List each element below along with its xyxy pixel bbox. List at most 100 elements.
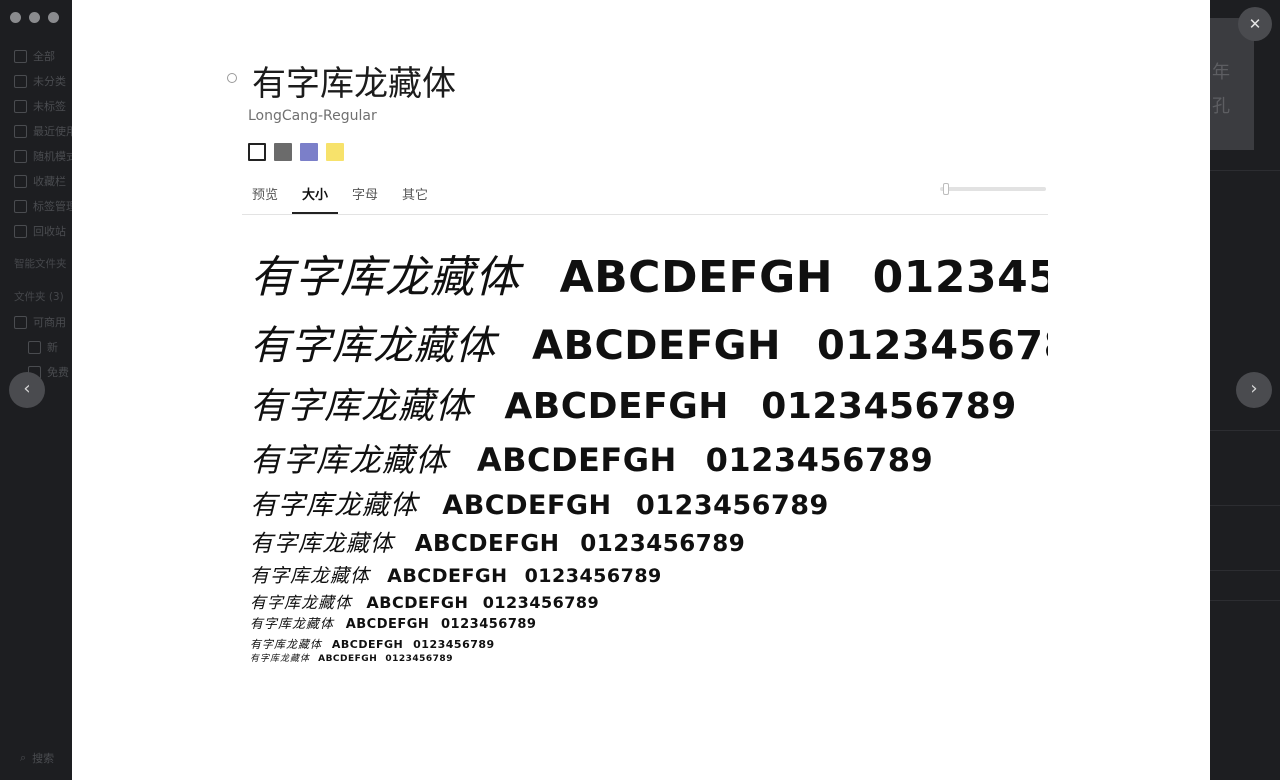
- color-swatch-white[interactable]: [248, 143, 266, 161]
- size-sample-line: 有字库龙藏体 ABCDEFGH 0123456789: [250, 489, 1048, 523]
- sample-digits: 0123456789: [705, 441, 934, 479]
- shuffle-icon: [14, 150, 27, 163]
- sample-latin: ABCDEFGH: [532, 323, 781, 369]
- sample-latin: ABCDEFGH: [559, 252, 834, 303]
- sidebar-item: 标签管理: [14, 194, 72, 219]
- tab-letters[interactable]: 字母: [342, 180, 388, 214]
- size-sample-line: 有字库龙藏体 ABCDEFGH 0123456789: [250, 530, 1048, 559]
- sidebar-section: 文件夹 (3): [14, 291, 64, 303]
- slider-track: [940, 187, 1046, 191]
- folder-icon: [14, 316, 27, 329]
- sidebar-item: 可商用: [14, 310, 72, 335]
- window-controls: [10, 12, 59, 23]
- sample-digits: 0123456789: [413, 637, 495, 651]
- sample-digits: 0123456789: [524, 564, 662, 587]
- color-swatches: [248, 143, 344, 161]
- tag-icon: [14, 200, 27, 213]
- sample-chinese: 有字库龙藏体: [250, 490, 418, 521]
- window-zoom-control[interactable]: [48, 12, 59, 23]
- sample-latin: ABCDEFGH: [476, 441, 677, 479]
- sidebar-item: 新: [14, 335, 72, 360]
- sidebar-item: 全部: [14, 44, 72, 69]
- sample-latin: ABCDEFGH: [318, 654, 378, 665]
- close-button[interactable]: ✕: [1238, 7, 1272, 41]
- sample-chinese: 有字库龙藏体: [250, 637, 322, 651]
- sample-latin: ABCDEFGH: [366, 593, 469, 613]
- sidebar-section: 智能文件夹: [14, 258, 67, 270]
- window-close-control[interactable]: [10, 12, 21, 23]
- search-icon: ⌕: [20, 751, 27, 764]
- color-swatch-gray[interactable]: [274, 143, 292, 161]
- close-icon: ✕: [1248, 15, 1262, 33]
- sample-digits: 0123456789: [872, 252, 1048, 303]
- sidebar-item: 最近使用: [14, 119, 72, 144]
- font-title: 有字库龙藏体: [252, 64, 456, 104]
- select-radio[interactable]: [227, 73, 237, 83]
- sample-latin: ABCDEFGH: [345, 617, 430, 633]
- folder-icon: [14, 75, 27, 88]
- sample-latin: ABCDEFGH: [442, 490, 612, 521]
- divider: [1210, 570, 1280, 571]
- size-sample-line: 有字库龙藏体 ABCDEFGH 0123456789: [250, 654, 1048, 665]
- sample-digits: 0123456789: [580, 530, 746, 557]
- tab-size[interactable]: 大小: [292, 180, 338, 214]
- chevron-right-icon: ›: [1250, 378, 1258, 399]
- size-sample-line: 有字库龙藏体 ABCDEFGH 0123456789: [250, 321, 1048, 371]
- sample-digits: 0123456789: [385, 654, 453, 665]
- sample-chinese: 有字库龙藏体: [250, 654, 311, 665]
- size-sample-line: 有字库龙藏体 ABCDEFGH 0123456789: [250, 593, 1048, 613]
- previous-button[interactable]: ‹: [9, 372, 45, 408]
- tab-preview[interactable]: 预览: [242, 180, 288, 214]
- tag-icon: [14, 100, 27, 113]
- divider: [1210, 600, 1280, 601]
- sample-chinese: 有字库龙藏体: [250, 252, 520, 303]
- sidebar-item: 未分类: [14, 69, 72, 94]
- size-sample-line: 有字库龙藏体 ABCDEFGH 0123456789: [250, 617, 1048, 633]
- sample-chinese: 有字库龙藏体: [250, 564, 371, 587]
- sample-chinese: 有字库龙藏体: [250, 441, 449, 479]
- clock-icon: [14, 125, 27, 138]
- size-samples: 有字库龙藏体ABCDEFGH0123456789有字库龙藏体ABCDEFGH01…: [250, 250, 1048, 720]
- background-search: ⌕ 搜索: [20, 751, 55, 765]
- size-sample-line: 有字库龙藏体 ABCDEFGH 0123456789: [250, 565, 1048, 589]
- background-sidebar: 全部 未分类 未标签 最近使用 随机模式 收藏栏 标签管理 回收站 智能文件夹 …: [14, 30, 72, 385]
- sample-chinese: 有字库龙藏体: [250, 386, 473, 427]
- sample-digits: 0123456789: [816, 323, 1048, 369]
- color-swatch-yellow[interactable]: [326, 143, 344, 161]
- sample-latin: ABCDEFGH: [387, 564, 508, 587]
- chevron-left-icon: ‹: [23, 378, 31, 399]
- sample-digits: 0123456789: [441, 617, 537, 633]
- sidebar-item: 随机模式: [14, 144, 72, 169]
- sidebar-item: 收藏栏: [14, 169, 72, 194]
- sample-latin: ABCDEFGH: [331, 637, 404, 651]
- sample-chinese: 有字库龙藏体: [250, 617, 335, 633]
- font-preview-modal: 有字库龙藏体 LongCang-Regular 预览 大小 字母 其它 有字库龙…: [72, 0, 1210, 780]
- sample-latin: ABCDEFGH: [504, 386, 729, 427]
- folder-icon: [14, 50, 27, 63]
- slider-thumb[interactable]: [943, 183, 949, 195]
- next-button[interactable]: ›: [1236, 372, 1272, 408]
- sample-chinese: 有字库龙藏体: [250, 593, 353, 613]
- size-sample-line: 有字库龙藏体 ABCDEFGH 0123456789: [250, 250, 1048, 305]
- sample-digits: 0123456789: [635, 490, 829, 521]
- tab-other[interactable]: 其它: [392, 180, 438, 214]
- divider: [1210, 505, 1280, 506]
- sample-chinese: 有字库龙藏体: [250, 323, 496, 369]
- size-sample-line: 有字库龙藏体 ABCDEFGH 0123456789: [250, 440, 1048, 480]
- sidebar-item: 未标签: [14, 94, 72, 119]
- preview-tabs: 预览 大小 字母 其它: [242, 180, 1048, 215]
- size-slider[interactable]: [940, 183, 1046, 195]
- sample-chinese: 有字库龙藏体: [250, 530, 394, 557]
- size-sample-line: 有字库龙藏体 ABCDEFGH 0123456789: [250, 638, 1048, 652]
- star-icon: [14, 175, 27, 188]
- size-sample-line: 有字库龙藏体 ABCDEFGH 0123456789: [250, 384, 1048, 429]
- folder-icon: [28, 341, 41, 354]
- divider: [1210, 170, 1280, 171]
- sample-latin: ABCDEFGH: [414, 530, 560, 557]
- font-postscript-name: LongCang-Regular: [248, 108, 377, 124]
- trash-icon: [14, 225, 27, 238]
- sample-digits: 0123456789: [482, 593, 600, 613]
- color-swatch-purple[interactable]: [300, 143, 318, 161]
- divider: [1210, 430, 1280, 431]
- window-minimize-control[interactable]: [29, 12, 40, 23]
